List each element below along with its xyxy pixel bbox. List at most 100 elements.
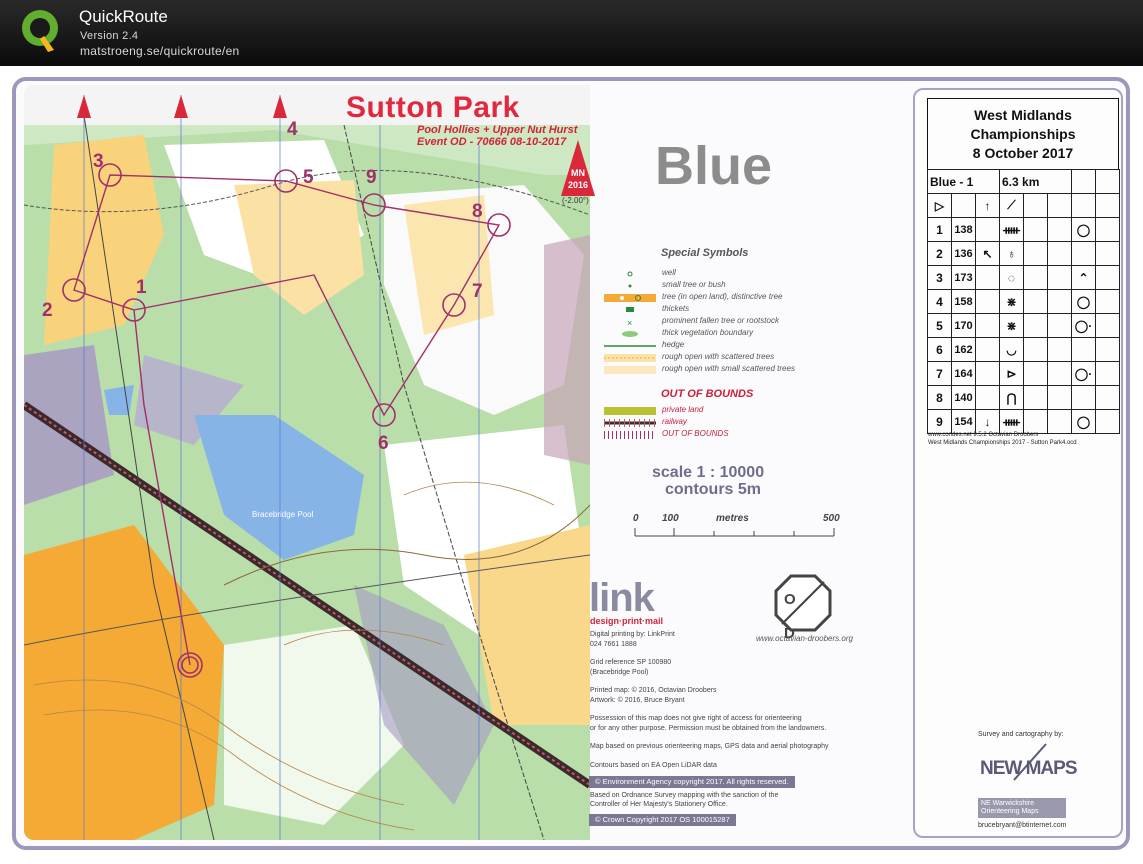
app-header: QuickRoute Version 2.4 matstroeng.se/qui… — [0, 0, 1143, 66]
position-icon: ◯ — [1071, 289, 1096, 314]
legend-item: thick vegetation boundary — [604, 328, 834, 340]
credit-line: Printed map: © 2016, Octavian Droobers — [590, 687, 717, 694]
control-number-4: 4 — [287, 119, 298, 140]
control-row[interactable]: 7 164 ⊳ ◯· — [927, 361, 1120, 386]
feature-icon: ⊳ — [999, 361, 1024, 386]
credit-line: (Bracebridge Pool) — [590, 669, 649, 676]
legend-item: small tree or bush — [604, 280, 834, 292]
credit-line: or for any other purpose. Permission mus… — [590, 725, 827, 732]
description-footer: West Midlands Championships 2017 - Sutto… — [928, 440, 1077, 446]
start-feature-icon: ⟋ — [999, 193, 1024, 218]
rough-open-scattered-icon — [604, 354, 656, 362]
credit-line: Possession of this map does not give rig… — [590, 715, 802, 722]
distinctive-tree-icon — [604, 294, 656, 302]
control-row[interactable]: 6 162 ◡ — [927, 337, 1120, 362]
control-row[interactable]: 3 173 ◌ ⌃ — [927, 265, 1120, 290]
event-name-line1: West Midlands — [974, 107, 1072, 123]
control-row[interactable]: 1 138 ᚔ ◯ — [927, 217, 1120, 242]
feature-icon: ⋇ — [999, 313, 1024, 338]
event-date: 8 October 2017 — [972, 145, 1074, 161]
legend-item: hedge — [604, 340, 834, 352]
link-logo: link — [589, 576, 655, 620]
feature-icon: ᚔ — [999, 217, 1024, 242]
legend-item: rough open with small scattered trees — [604, 364, 834, 376]
private-land-icon — [604, 407, 656, 415]
scale-text: scale 1 : 10000 — [652, 464, 765, 481]
control-number-2: 2 — [42, 300, 53, 321]
control-description-table: Blue - 1 6.3 km ▷ ↑ ⟋ 1 138 ᚔ ◯ 2 136 ↖ ♁ 3 173… — [927, 169, 1120, 434]
map-title: Sutton Park — [346, 91, 520, 124]
rough-open-small-scattered-icon — [604, 366, 656, 374]
control-number-7: 7 — [472, 281, 483, 302]
mn-label: MN — [571, 168, 585, 178]
feature-icon: ◡ — [999, 337, 1024, 362]
course-label: Blue - 1 — [927, 169, 1000, 194]
bracebridge-pool-label: Bracebridge Pool — [252, 510, 314, 519]
out-of-bounds-icon — [604, 431, 656, 439]
map-event-info: Event OD - 70666 08-10-2017 — [417, 136, 567, 148]
position-icon: ◯· — [1071, 361, 1096, 386]
scalebar-label: 0 — [633, 513, 639, 524]
position-icon: ◯ — [1071, 217, 1096, 242]
description-header: West Midlands Championships 8 October 20… — [927, 98, 1119, 170]
od-url[interactable]: www.octavian-droobers.org — [756, 634, 853, 643]
app-version: Version 2.4 — [80, 30, 139, 42]
control-row[interactable]: 5 170 ⋇ ◯· — [927, 313, 1120, 338]
credit-line: Contours based on EA Open LiDAR data — [590, 762, 717, 769]
position-icon: ◯· — [1071, 313, 1096, 338]
legend-item: well — [604, 268, 834, 280]
app-title: QuickRoute — [79, 7, 168, 26]
control-number-6: 6 — [378, 433, 389, 454]
mn-declination: (-2.00°) — [562, 196, 589, 205]
control-row[interactable]: 4 158 ⋇ ◯ — [927, 289, 1120, 314]
legend-item: railway — [604, 417, 834, 429]
svg-text:×: × — [627, 318, 632, 327]
legend-item: private land — [604, 405, 834, 417]
course-name: Blue — [655, 136, 773, 196]
control-number-1: 1 — [136, 277, 147, 298]
railway-icon — [604, 419, 656, 427]
quickroute-logo-icon — [22, 10, 58, 52]
description-footer: www.condes.net 9.5.2 Octavian Droobers — [928, 432, 1039, 438]
survey-label: Survey and cartography by: — [978, 731, 1064, 738]
control-row[interactable]: 2 136 ↖ ♁ — [927, 241, 1120, 266]
feature-icon: ♁ — [999, 241, 1024, 266]
link-tagline: design·print·mail — [590, 616, 664, 626]
start-row: ▷ ↑ ⟋ — [927, 193, 1120, 218]
thickets-icon — [626, 307, 634, 312]
control-row[interactable]: 9 154 ↓ ᚔ ◯ — [927, 409, 1120, 434]
credit-line: Artwork: © 2016, Bruce Bryant — [590, 697, 685, 704]
control-number-5: 5 — [303, 167, 314, 188]
vegetation-boundary-icon — [622, 331, 638, 337]
feature-icon: ᚔ — [999, 409, 1024, 434]
hedge-icon — [604, 345, 656, 347]
scalebar-label: 500 — [823, 513, 840, 524]
fallen-tree-icon: × — [627, 318, 632, 327]
credit-line: Based on Ordnance Survey mapping with th… — [590, 792, 779, 799]
position-icon: ⌃ — [1071, 265, 1096, 290]
small-tree-icon — [628, 284, 632, 288]
control-number-3: 3 — [93, 151, 104, 172]
direction-icon: ↓ — [975, 409, 1000, 434]
legend-item: rough open with scattered trees — [604, 352, 834, 364]
feature-icon: ⋇ — [999, 289, 1024, 314]
legend-item: OUT OF BOUNDS — [604, 429, 834, 441]
newmaps-subtitle: NE Warwickshire Orienteering Maps — [978, 798, 1066, 818]
feature-icon: ◌ — [999, 265, 1024, 290]
position-icon: ◯ — [1071, 409, 1096, 434]
crown-copyright-box: © Crown Copyright 2017 OS 100015287 — [589, 814, 736, 826]
newmaps-logo: NEW MAPS — [980, 758, 1077, 779]
mn-year: 2016 — [567, 180, 589, 190]
credit-line: 024 7661 1888 — [590, 641, 637, 648]
environment-agency-box: © Environment Agency copyright 2017. All… — [589, 776, 795, 788]
credit-line: Digital printing by: LinkPrint — [590, 631, 675, 638]
orienteering-map[interactable]: 1 2 3 4 5 6 7 8 9 Bracebridge Pool — [24, 85, 590, 840]
legend-title: Special Symbols — [661, 247, 749, 259]
map-subtitle: Pool Hollies + Upper Nut Hurst — [417, 124, 578, 136]
control-row[interactable]: 8 140 ⋂ — [927, 385, 1120, 410]
scalebar-label: 100 — [662, 513, 679, 524]
feature-icon: ⋂ — [999, 385, 1024, 410]
app-url[interactable]: matstroeng.se/quickroute/en — [80, 44, 240, 58]
direction-icon: ↖ — [975, 241, 1000, 266]
newmaps-email[interactable]: brucebryant@btinternet.com — [978, 822, 1066, 829]
